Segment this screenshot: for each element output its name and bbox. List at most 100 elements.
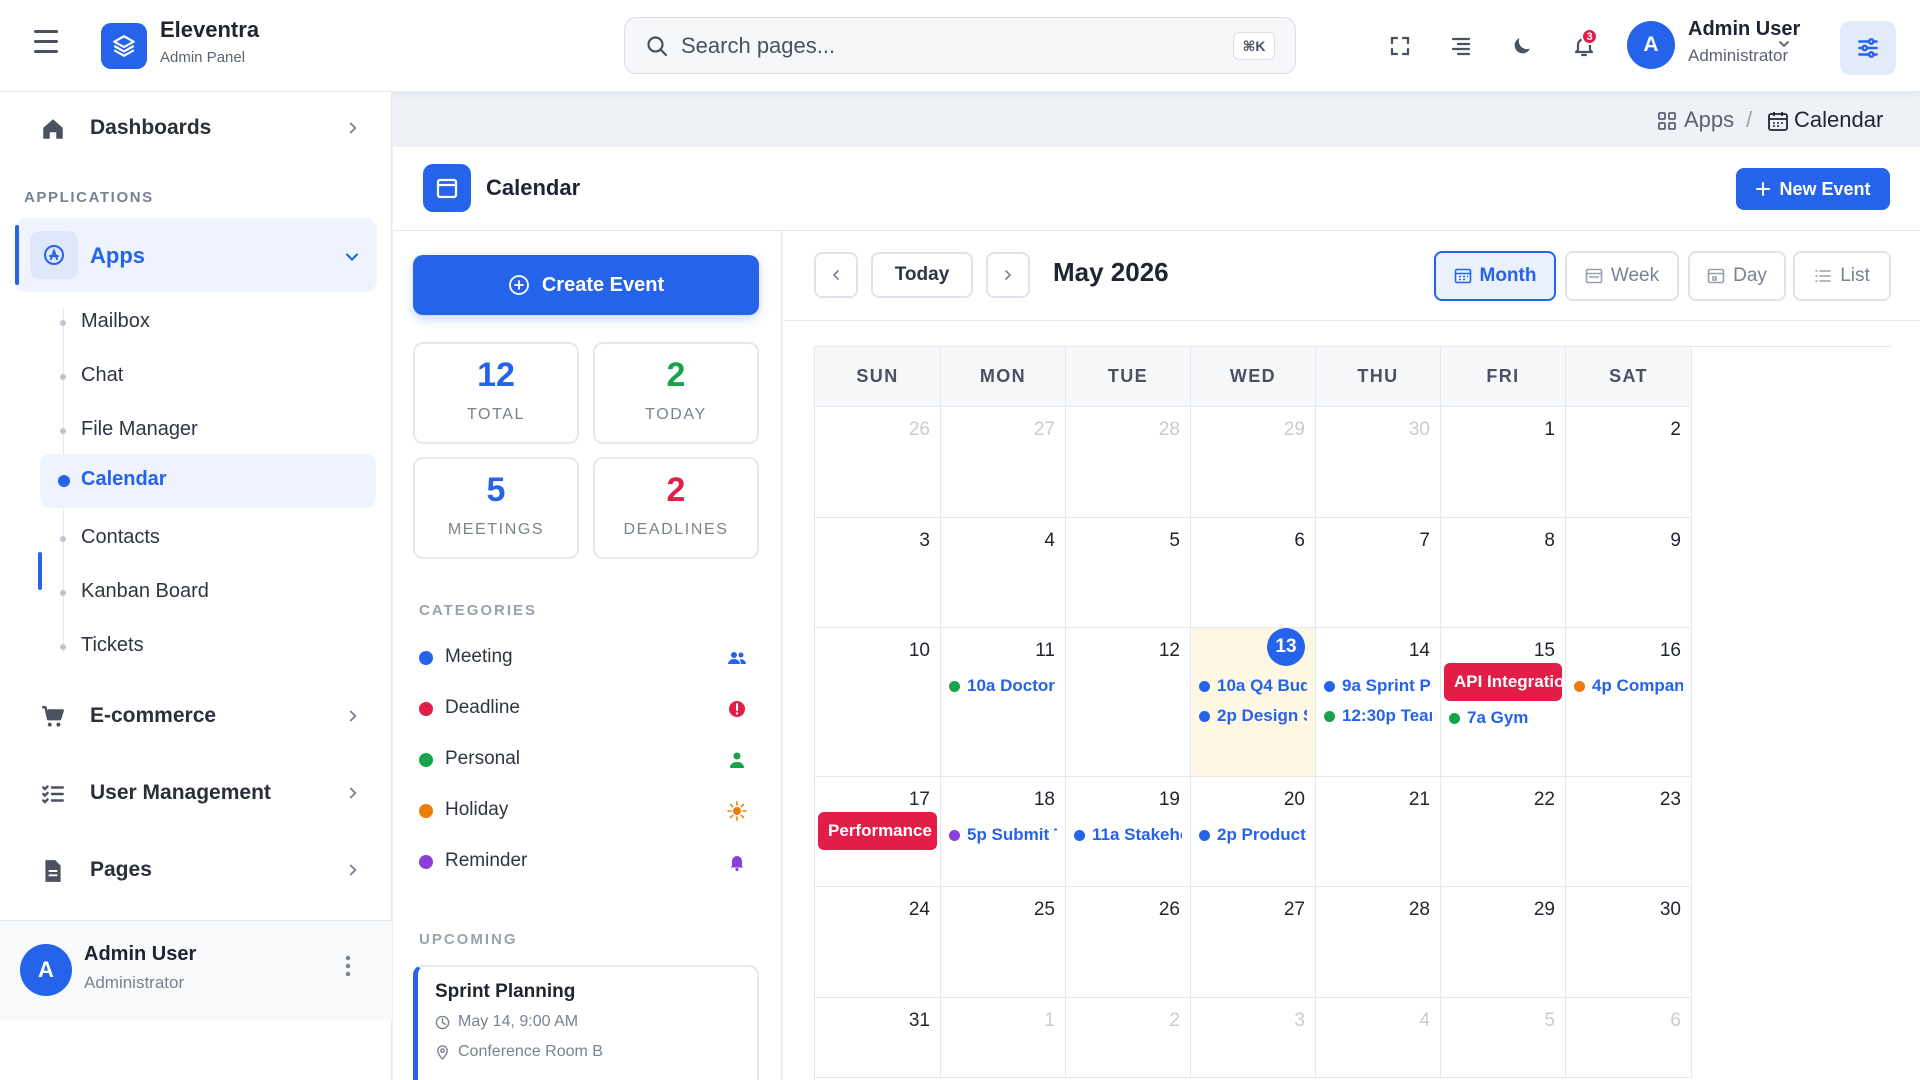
day-cell[interactable]: 12 bbox=[1066, 628, 1191, 777]
sidebar-item-pages[interactable]: Pages bbox=[0, 840, 392, 900]
event-item[interactable]: 11a Stakeholder bbox=[1074, 822, 1182, 848]
category-reminder[interactable]: Reminder bbox=[419, 842, 759, 882]
breadcrumb-apps[interactable]: Apps bbox=[1684, 107, 1734, 133]
day-cell[interactable]: 6 bbox=[1566, 998, 1692, 1078]
align-right-icon[interactable] bbox=[1443, 28, 1479, 64]
day-cell[interactable]: 26 bbox=[1066, 887, 1191, 998]
day-cell[interactable]: 11 10a Doctor A bbox=[941, 628, 1066, 777]
day-cell[interactable]: 23 bbox=[1566, 777, 1692, 887]
avatar[interactable]: A bbox=[20, 944, 72, 996]
day-cell-today[interactable]: 13 10a Q4 Budget 2p Design Sync bbox=[1191, 628, 1316, 777]
search-input[interactable]: Search pages... bbox=[681, 33, 835, 59]
day-cell[interactable]: 9 bbox=[1566, 518, 1692, 628]
day-cell[interactable]: 27 bbox=[1191, 887, 1316, 998]
sidebar-item-user-management[interactable]: User Management bbox=[0, 763, 392, 823]
dark-mode-moon-icon[interactable] bbox=[1504, 28, 1540, 64]
view-day-button[interactable]: Day bbox=[1688, 251, 1786, 301]
event-item[interactable]: 10a Q4 Budget bbox=[1199, 673, 1307, 699]
day-cell[interactable]: 4 bbox=[1316, 998, 1441, 1078]
day-cell[interactable]: 6 bbox=[1191, 518, 1316, 628]
day-cell[interactable]: 20 2p Product R bbox=[1191, 777, 1316, 887]
create-event-button[interactable]: Create Event bbox=[413, 255, 759, 315]
day-cell[interactable]: 27 bbox=[941, 407, 1066, 518]
view-month-button[interactable]: Month bbox=[1434, 251, 1556, 301]
day-cell[interactable]: 2 bbox=[1066, 998, 1191, 1078]
event-item[interactable]: 2p Product R bbox=[1199, 822, 1307, 848]
upcoming-event-card[interactable]: Sprint Planning May 14, 9:00 AM Conferen… bbox=[413, 965, 759, 1080]
category-personal[interactable]: Personal bbox=[419, 740, 759, 780]
sidebar-item-calendar[interactable]: Calendar bbox=[40, 454, 376, 508]
day-cell[interactable]: 4 bbox=[941, 518, 1066, 628]
day-cell[interactable]: 30 bbox=[1316, 407, 1441, 518]
day-cell[interactable]: 31 bbox=[815, 998, 941, 1078]
calendar-icon bbox=[1768, 112, 1788, 131]
sidebar-item-kanban-board[interactable]: Kanban Board bbox=[40, 566, 376, 620]
sidebar-item-dashboards[interactable]: Dashboards bbox=[0, 98, 392, 158]
sidebar-item-file-manager[interactable]: File Manager bbox=[40, 404, 376, 458]
event-item[interactable]: 12:30p Team Lunch bbox=[1324, 703, 1432, 729]
day-cell[interactable]: 19 11a Stakeholder bbox=[1066, 777, 1191, 887]
sidebar-item-ecommerce[interactable]: E-commerce bbox=[0, 686, 392, 746]
day-cell[interactable]: 24 bbox=[815, 887, 941, 998]
sidebar-item-tickets[interactable]: Tickets bbox=[40, 620, 376, 674]
day-cell[interactable]: 16 4p Company bbox=[1566, 628, 1692, 777]
sidebar-item-mailbox[interactable]: Mailbox bbox=[40, 296, 376, 350]
day-cell[interactable]: 8 bbox=[1441, 518, 1566, 628]
day-cell[interactable]: 2 bbox=[1566, 407, 1692, 518]
next-month-button[interactable] bbox=[986, 252, 1030, 298]
chevron-down-icon[interactable] bbox=[342, 247, 362, 267]
event-item[interactable]: 4p Company bbox=[1574, 673, 1683, 699]
day-cell[interactable]: 7 bbox=[1316, 518, 1441, 628]
day-cell[interactable]: 15 API Integration 7a Gym bbox=[1441, 628, 1566, 777]
category-deadline[interactable]: Deadline bbox=[419, 689, 759, 729]
brand-logo-icon[interactable] bbox=[101, 23, 147, 69]
hamburger-menu-icon[interactable] bbox=[34, 30, 68, 60]
search-bar[interactable]: Search pages... ⌘K bbox=[624, 17, 1296, 74]
day-number: 2 bbox=[1670, 419, 1681, 440]
prev-month-button[interactable] bbox=[814, 252, 858, 298]
today-button[interactable]: Today bbox=[871, 252, 973, 298]
sidebar-item-chat[interactable]: Chat bbox=[40, 350, 376, 404]
settings-sliders-icon[interactable] bbox=[1840, 21, 1896, 75]
day-cell[interactable]: 30 bbox=[1566, 887, 1692, 998]
event-item[interactable]: 10a Doctor A bbox=[949, 673, 1057, 699]
event-item[interactable]: 9a Sprint Planning bbox=[1324, 673, 1432, 699]
day-cell[interactable]: 17 Performance Review bbox=[815, 777, 941, 887]
view-list-button[interactable]: List bbox=[1793, 251, 1891, 301]
day-cell[interactable]: 3 bbox=[815, 518, 941, 628]
day-cell[interactable]: 29 bbox=[1191, 407, 1316, 518]
calendar-main: Today May 2026 Month Week Day List SUN MO… bbox=[783, 231, 1920, 1080]
day-cell[interactable]: 25 bbox=[941, 887, 1066, 998]
day-cell[interactable]: 28 bbox=[1066, 407, 1191, 518]
category-meeting[interactable]: Meeting bbox=[419, 638, 759, 678]
chevron-down-icon[interactable] bbox=[1776, 36, 1792, 52]
view-week-button[interactable]: Week bbox=[1565, 251, 1679, 301]
event-item[interactable]: 2p Design Sync bbox=[1199, 703, 1307, 729]
category-holiday[interactable]: Holiday bbox=[419, 791, 759, 831]
day-cell[interactable]: 28 bbox=[1316, 887, 1441, 998]
day-cell[interactable]: 1 bbox=[941, 998, 1066, 1078]
day-cell[interactable]: 10 bbox=[815, 628, 941, 777]
day-cell[interactable]: 22 bbox=[1441, 777, 1566, 887]
day-cell[interactable]: 18 5p Submit T bbox=[941, 777, 1066, 887]
day-cell[interactable]: 26 bbox=[815, 407, 941, 518]
more-vertical-icon[interactable] bbox=[343, 954, 353, 978]
day-cell[interactable]: 29 bbox=[1441, 887, 1566, 998]
avatar[interactable]: A bbox=[1627, 21, 1675, 69]
day-cell[interactable]: 3 bbox=[1191, 998, 1316, 1078]
day-cell[interactable]: 5 bbox=[1441, 998, 1566, 1078]
event-item[interactable]: 7a Gym bbox=[1449, 705, 1557, 731]
sidebar-item-contacts[interactable]: Contacts bbox=[40, 512, 376, 566]
event-chip[interactable]: API Integration bbox=[1444, 663, 1562, 701]
new-event-button[interactable]: New Event bbox=[1736, 168, 1890, 210]
apps-store-icon bbox=[30, 231, 78, 279]
day-cell[interactable]: 14 9a Sprint Planning 12:30p Team Lunch bbox=[1316, 628, 1441, 777]
day-number: 3 bbox=[1294, 1010, 1305, 1031]
fullscreen-icon[interactable] bbox=[1382, 28, 1418, 64]
event-item[interactable]: 5p Submit T bbox=[949, 822, 1057, 848]
day-cell[interactable]: 21 bbox=[1316, 777, 1441, 887]
calendar-day-icon bbox=[1707, 268, 1725, 284]
event-chip[interactable]: Performance Review bbox=[818, 812, 937, 850]
day-cell[interactable]: 5 bbox=[1066, 518, 1191, 628]
day-cell[interactable]: 1 bbox=[1441, 407, 1566, 518]
